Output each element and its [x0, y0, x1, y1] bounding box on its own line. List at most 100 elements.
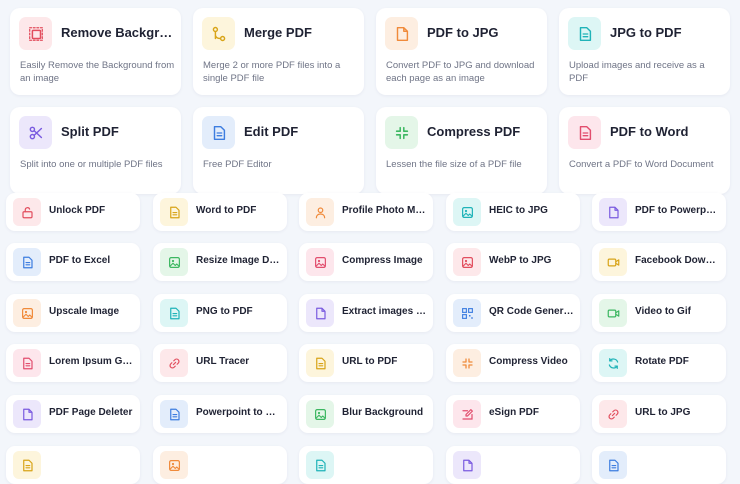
image-icon	[306, 248, 334, 276]
tool-extract-images-pdf[interactable]: Extract images PDF	[299, 294, 433, 332]
tool-png-to-pdf[interactable]: PNG to PDF	[153, 294, 287, 332]
featured-tool-merge-pdf[interactable]: Merge PDF Merge 2 or more PDF files into …	[193, 8, 364, 95]
remove-background-icon	[19, 17, 52, 50]
tool-profile-photo-maker[interactable]: Profile Photo Maker	[299, 193, 433, 231]
tool-pdf-page-deleter[interactable]: PDF Page Deleter	[6, 395, 140, 433]
document-icon	[568, 116, 601, 149]
featured-tool-title: Split PDF	[61, 124, 119, 139]
tool-label: Extract images PDF	[342, 306, 428, 317]
tool-label: PDF Page Deleter	[49, 407, 133, 418]
document-icon	[306, 451, 334, 479]
tool-label: URL to JPG	[635, 407, 691, 418]
scissors-icon	[19, 116, 52, 149]
link-icon	[160, 349, 188, 377]
document-icon	[160, 400, 188, 428]
tool-upscale-image[interactable]: Upscale Image	[6, 294, 140, 332]
tool-label: Word to PDF	[196, 205, 257, 216]
tool-resize-image-dimensions[interactable]: Resize Image Dimensions	[153, 243, 287, 281]
tool-powerpoint-to-pdf[interactable]: Powerpoint to PDF	[153, 395, 287, 433]
image-icon	[453, 198, 481, 226]
document-icon	[160, 299, 188, 327]
featured-tool-pdf-to-word[interactable]: PDF to Word Convert a PDF to Word Documen…	[559, 107, 730, 194]
tool-video-to-gif[interactable]: Video to Gif	[592, 294, 726, 332]
tool-label: Blur Background	[342, 407, 424, 418]
user-icon	[306, 198, 334, 226]
tool-word-to-pdf[interactable]: Word to PDF	[153, 193, 287, 231]
featured-tool-title: Edit PDF	[244, 124, 299, 139]
featured-tool-description: Upload images and receive as a PDF	[569, 60, 705, 84]
file-icon	[13, 400, 41, 428]
rotate-icon	[599, 349, 627, 377]
featured-tool-compress-pdf[interactable]: Compress PDF Lessen the file size of a PD…	[376, 107, 547, 194]
tool-item-29[interactable]	[592, 446, 726, 484]
featured-tool-title: Remove Background	[61, 25, 175, 40]
image-icon	[160, 451, 188, 479]
tool-item-26[interactable]	[153, 446, 287, 484]
tool-label: Video to Gif	[635, 306, 691, 317]
featured-tool-remove-background[interactable]: Remove Background Easily Remove the Backg…	[10, 8, 181, 95]
tool-label: HEIC to JPG	[489, 205, 548, 216]
tool-rotate-pdf[interactable]: Rotate PDF	[592, 344, 726, 382]
featured-tool-edit-pdf[interactable]: Edit PDF Free PDF Editor	[193, 107, 364, 194]
tool-label: PDF to Powerpoint	[635, 205, 721, 216]
tool-url-to-pdf[interactable]: URL to PDF	[299, 344, 433, 382]
tool-item-25[interactable]	[6, 446, 140, 484]
featured-tool-description: Lessen the file size of a PDF file	[386, 159, 522, 170]
featured-tool-pdf-to-jpg[interactable]: PDF to JPG Convert PDF to JPG and downloa…	[376, 8, 547, 95]
featured-tool-description: Convert a PDF to Word Document	[569, 159, 714, 170]
featured-tool-title: Compress PDF	[427, 124, 521, 139]
tool-label: URL Tracer	[196, 356, 250, 367]
tool-esign-pdf[interactable]: eSign PDF	[446, 395, 580, 433]
tool-pdf-to-excel[interactable]: PDF to Excel	[6, 243, 140, 281]
tool-label: Facebook Downloader	[635, 255, 721, 266]
featured-tool-description: Convert PDF to JPG and download each pag…	[386, 60, 535, 84]
link-icon	[599, 400, 627, 428]
document-icon	[202, 116, 235, 149]
tool-url-to-jpg[interactable]: URL to JPG	[592, 395, 726, 433]
featured-tool-description: Free PDF Editor	[203, 159, 272, 170]
tool-item-27[interactable]	[299, 446, 433, 484]
featured-tool-title: JPG to PDF	[610, 25, 682, 40]
featured-tool-title: PDF to JPG	[427, 25, 499, 40]
tool-compress-video[interactable]: Compress Video	[446, 344, 580, 382]
tool-label: WebP to JPG	[489, 255, 552, 266]
tool-label: PNG to PDF	[196, 306, 253, 317]
tool-label: Rotate PDF	[635, 356, 689, 367]
tool-label: Lorem Ipsum Generator	[49, 356, 135, 367]
tool-url-tracer[interactable]: URL Tracer	[153, 344, 287, 382]
tool-unlock-pdf[interactable]: Unlock PDF	[6, 193, 140, 231]
image-icon	[306, 400, 334, 428]
document-icon	[599, 451, 627, 479]
tool-label: Compress Video	[489, 356, 568, 367]
compress-icon	[385, 116, 418, 149]
tool-label: Compress Image	[342, 255, 423, 266]
file-icon	[453, 451, 481, 479]
compress-icon	[453, 349, 481, 377]
tool-webp-to-jpg[interactable]: WebP to JPG	[446, 243, 580, 281]
qr-code-icon	[453, 299, 481, 327]
featured-tool-description: Split into one or multiple PDF files	[20, 159, 163, 170]
document-icon	[306, 349, 334, 377]
image-icon	[160, 248, 188, 276]
file-icon	[306, 299, 334, 327]
merge-icon	[202, 17, 235, 50]
tool-pdf-to-powerpoint[interactable]: PDF to Powerpoint	[592, 193, 726, 231]
tool-item-28[interactable]	[446, 446, 580, 484]
featured-tool-description: Easily Remove the Background from an ima…	[20, 60, 175, 84]
tool-label: URL to PDF	[342, 356, 398, 367]
document-icon	[568, 17, 601, 50]
tool-blur-background[interactable]: Blur Background	[299, 395, 433, 433]
tool-facebook-downloader[interactable]: Facebook Downloader	[592, 243, 726, 281]
video-icon	[599, 299, 627, 327]
image-icon	[13, 299, 41, 327]
tool-qr-code-generator[interactable]: QR Code Generator	[446, 294, 580, 332]
video-icon	[599, 248, 627, 276]
tool-heic-to-jpg[interactable]: HEIC to JPG	[446, 193, 580, 231]
featured-tool-jpg-to-pdf[interactable]: JPG to PDF Upload images and receive as a…	[559, 8, 730, 95]
tool-label: Unlock PDF	[49, 205, 106, 216]
featured-tool-split-pdf[interactable]: Split PDF Split into one or multiple PDF …	[10, 107, 181, 194]
featured-tool-description: Merge 2 or more PDF files into a single …	[203, 60, 341, 84]
document-icon	[160, 198, 188, 226]
tool-lorem-ipsum-generator[interactable]: Lorem Ipsum Generator	[6, 344, 140, 382]
tool-compress-image[interactable]: Compress Image	[299, 243, 433, 281]
